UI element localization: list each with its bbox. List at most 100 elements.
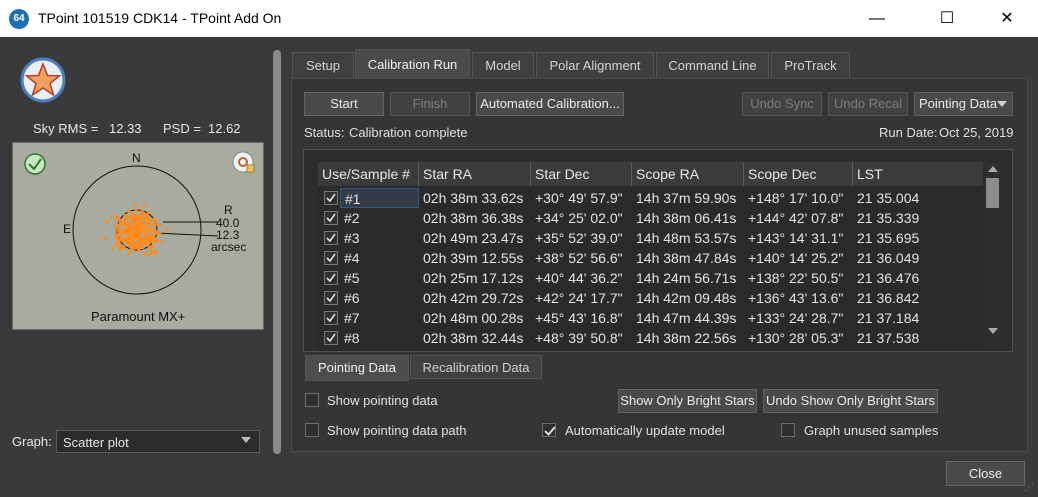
col-scope-ra[interactable]: Scope RA bbox=[632, 162, 744, 186]
scatter-point bbox=[144, 216, 148, 220]
start-button[interactable]: Start bbox=[304, 92, 384, 116]
cell-sample: #4 bbox=[344, 250, 360, 266]
use-sample-checkbox[interactable] bbox=[324, 331, 338, 345]
panel-splitter[interactable] bbox=[273, 50, 281, 454]
cell-star-dec: +38° 52' 56.6" bbox=[535, 250, 623, 266]
table-row[interactable]: #4 02h 39m 12.55s +38° 52' 56.6" 14h 38m 47… bbox=[318, 248, 983, 268]
use-sample-checkbox[interactable] bbox=[324, 211, 338, 225]
subtab-recalibration-data[interactable]: Recalibration Data bbox=[410, 355, 542, 379]
scatter-point bbox=[129, 217, 133, 221]
status-label: Status: bbox=[304, 125, 345, 140]
finish-button[interactable]: Finish bbox=[390, 92, 470, 116]
scatter-point bbox=[118, 242, 122, 246]
minimize-button[interactable]: — bbox=[854, 0, 900, 37]
graph-label: Graph: bbox=[12, 434, 52, 449]
use-sample-checkbox[interactable] bbox=[324, 271, 338, 285]
pointing-data-dropdown[interactable]: Pointing Data bbox=[914, 92, 1013, 116]
close-window-button[interactable]: ✕ bbox=[984, 0, 1030, 37]
scatter-point bbox=[145, 213, 149, 217]
scatter-point bbox=[133, 203, 137, 207]
table-row[interactable]: #5 02h 25m 17.12s +40° 44' 36.2" 14h 24m 56… bbox=[318, 268, 983, 288]
window-title: TPoint 101519 CDK14 - TPoint Add On bbox=[38, 10, 282, 26]
show-pointing-data-checkbox[interactable] bbox=[305, 393, 319, 407]
cell-sample: #2 bbox=[344, 210, 360, 226]
subtab-pointing-data[interactable]: Pointing Data bbox=[305, 355, 409, 381]
scroll-thumb[interactable] bbox=[986, 178, 999, 208]
scatter-point bbox=[132, 243, 136, 247]
col-star-dec[interactable]: Star Dec bbox=[531, 162, 632, 186]
table-row[interactable]: #3 02h 49m 23.47s +35° 52' 39.0" 14h 48m 53… bbox=[318, 228, 983, 248]
scatter-point bbox=[135, 232, 139, 235]
col-use-sample[interactable]: Use/Sample # bbox=[318, 162, 419, 186]
status-text: Calibration complete bbox=[349, 125, 468, 140]
table-row[interactable]: #2 02h 38m 36.38s +34° 25' 02.0" 14h 38m 06… bbox=[318, 208, 983, 228]
scatter-point bbox=[136, 214, 140, 218]
col-lst[interactable]: LST bbox=[853, 162, 983, 186]
use-sample-checkbox[interactable] bbox=[324, 251, 338, 265]
undo-sync-button[interactable]: Undo Sync bbox=[742, 92, 822, 116]
scatter-point bbox=[139, 244, 143, 248]
app-icon: 64 bbox=[9, 9, 29, 29]
show-path-checkbox[interactable] bbox=[305, 423, 319, 437]
cell-sample: #5 bbox=[344, 270, 360, 286]
undo-bright-stars-button[interactable]: Undo Show Only Bright Stars bbox=[763, 389, 938, 413]
tab-polar-alignment[interactable]: Polar Alignment bbox=[536, 52, 654, 78]
scroll-up-icon[interactable] bbox=[988, 166, 998, 172]
tab-model[interactable]: Model bbox=[472, 52, 534, 78]
cell-lst: 21 35.004 bbox=[857, 190, 920, 206]
graph-unused-checkbox[interactable] bbox=[781, 423, 795, 437]
show-path-label: Show pointing data path bbox=[327, 423, 467, 438]
cell-star-ra: 02h 38m 36.38s bbox=[423, 210, 524, 226]
undo-recal-button[interactable]: Undo Recal bbox=[828, 92, 908, 116]
use-sample-checkbox[interactable] bbox=[324, 191, 338, 205]
resize-grip-icon[interactable]: ⋰ bbox=[1024, 482, 1034, 493]
calibration-table: Use/Sample # Star RA Star Dec Scope RA S… bbox=[303, 149, 1013, 352]
use-sample-checkbox[interactable] bbox=[324, 311, 338, 325]
table-row[interactable]: #7 02h 48m 00.28s +45° 43' 16.8" 14h 47m 44… bbox=[318, 308, 983, 328]
cell-scope-ra: 14h 47m 44.39s bbox=[636, 310, 737, 326]
scatter-point bbox=[150, 218, 154, 222]
run-date-label: Run Date: bbox=[879, 125, 938, 140]
graph-type-select[interactable]: Scatter plot bbox=[56, 430, 260, 453]
cell-sample: #7 bbox=[344, 310, 360, 326]
cell-star-ra: 02h 39m 12.55s bbox=[423, 250, 524, 266]
check-icon bbox=[326, 233, 336, 243]
scatter-point bbox=[123, 223, 127, 227]
tab-protrack[interactable]: ProTrack bbox=[771, 52, 850, 78]
tab-command-line[interactable]: Command Line bbox=[656, 52, 769, 78]
col-star-ra[interactable]: Star RA bbox=[419, 162, 531, 186]
auto-update-label: Automatically update model bbox=[565, 423, 725, 438]
scroll-down-icon[interactable] bbox=[988, 328, 998, 334]
table-grid: Use/Sample # Star RA Star Dec Scope RA S… bbox=[318, 162, 983, 351]
cell-star-ra: 02h 38m 32.44s bbox=[423, 330, 524, 346]
cell-scope-dec: +130° 28' 05.3" bbox=[748, 330, 844, 346]
scatter-point bbox=[128, 228, 132, 232]
automated-calibration-button[interactable]: Automated Calibration... bbox=[476, 92, 624, 116]
scatter-plot[interactable]: N E R 40.0 12.3 arcsec Paramount MX+ bbox=[12, 142, 264, 330]
close-button[interactable]: Close bbox=[946, 461, 1025, 486]
scatter-point bbox=[144, 252, 148, 256]
table-scrollbar[interactable] bbox=[984, 162, 1001, 340]
tab-calibration-run[interactable]: Calibration Run bbox=[355, 49, 470, 79]
cell-star-ra: 02h 38m 33.62s bbox=[423, 190, 524, 206]
table-row[interactable]: #6 02h 42m 29.72s +42° 24' 17.7" 14h 42m 09… bbox=[318, 288, 983, 308]
tab-setup[interactable]: Setup bbox=[292, 52, 354, 78]
table-row[interactable]: #8 02h 38m 32.44s +48° 39' 50.8" 14h 38m 22… bbox=[318, 328, 983, 348]
auto-update-checkbox[interactable] bbox=[542, 423, 556, 437]
scatter-point bbox=[158, 232, 162, 235]
chevron-down-icon bbox=[997, 101, 1007, 107]
scatter-point bbox=[122, 244, 126, 248]
use-sample-checkbox[interactable] bbox=[324, 231, 338, 245]
bright-stars-button[interactable]: Show Only Bright Stars bbox=[618, 389, 757, 413]
table-row[interactable]: #1 02h 38m 33.62s +30° 49' 57.9" 14h 37m 59… bbox=[318, 188, 983, 208]
scatter-point bbox=[161, 240, 165, 244]
maximize-button[interactable]: ☐ bbox=[924, 0, 970, 37]
use-sample-checkbox[interactable] bbox=[324, 291, 338, 305]
scatter-point bbox=[148, 222, 152, 226]
units-label: arcsec bbox=[211, 240, 247, 254]
scatter-point bbox=[142, 204, 146, 208]
check-icon bbox=[326, 313, 336, 323]
col-scope-dec[interactable]: Scope Dec bbox=[744, 162, 853, 186]
cell-lst: 21 35.695 bbox=[857, 230, 920, 246]
run-date-value: Oct 25, 2019 bbox=[939, 125, 1014, 140]
